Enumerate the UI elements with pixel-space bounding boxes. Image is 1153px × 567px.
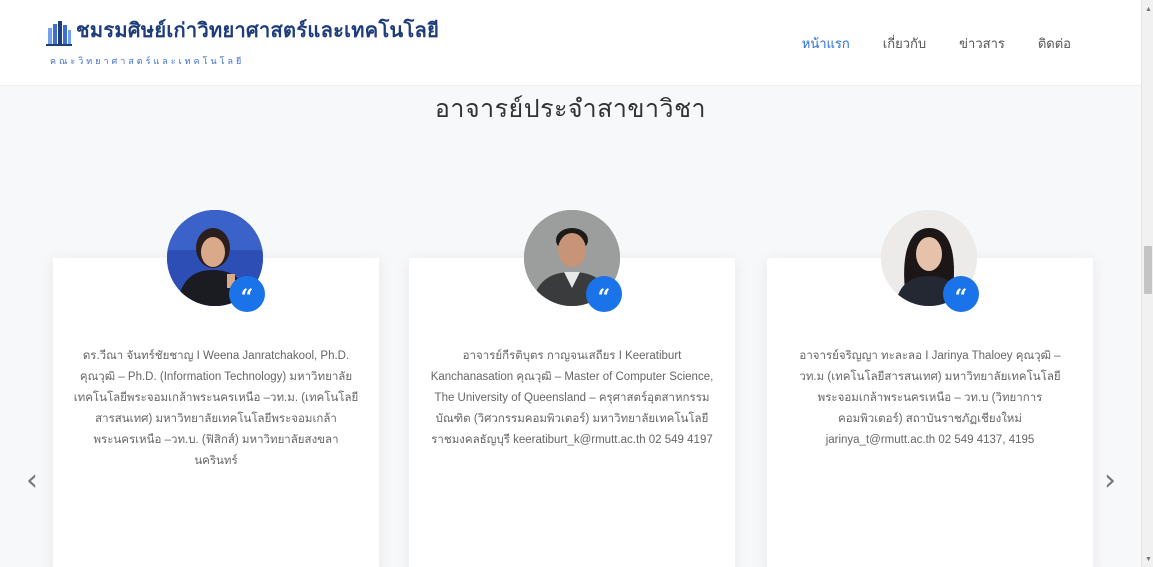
faculty-card-text: ดร.วีณา จันทร์ชัยชาญ I Weena Janratchako… (73, 350, 359, 467)
faculty-card-text: อาจารย์จริญญา ทะละลอ I Jarinya Thaloey ค… (799, 350, 1061, 446)
nav-item-about[interactable]: เกี่ยวกับ (883, 33, 926, 54)
nav-item-news[interactable]: ข่าวสาร (959, 33, 1005, 54)
carousel-next-arrow-icon[interactable]: › (1104, 466, 1116, 496)
page-scrollbar[interactable]: ▲ ▼ (1141, 0, 1153, 567)
site-logo[interactable]: ชมรมศิษย์เก่าวิทยาศาสตร์และเทคโนโลยี คณะ… (46, 18, 440, 66)
nav-item-home[interactable]: หน้าแรก (802, 33, 850, 54)
site-title: ชมรมศิษย์เก่าวิทยาศาสตร์และเทคโนโลยี (76, 20, 440, 42)
carousel-prev-arrow-icon[interactable]: ‹ (26, 466, 38, 496)
section-title: อาจารย์ประจำสาขาวิชา (434, 95, 707, 123)
quote-icon: “ (586, 276, 622, 312)
site-subtitle: คณะวิทยาศาสตร์และเทคโนโลยี (50, 56, 245, 66)
page: ชมรมศิษย์เก่าวิทยาศาสตร์และเทคโนโลยี คณะ… (0, 0, 1153, 567)
faculty-avatar-wrap: “ (881, 210, 979, 312)
scrollbar-thumb[interactable] (1144, 246, 1152, 294)
nav-item-contact[interactable]: ติดต่อ (1038, 33, 1071, 54)
faculty-avatar-wrap: “ (524, 210, 622, 312)
scroll-up-icon[interactable]: ▲ (1145, 6, 1152, 13)
scroll-down-icon[interactable]: ▼ (1145, 556, 1152, 563)
site-header: ชมรมศิษย์เก่าวิทยาศาสตร์และเทคโนโลยี คณะ… (0, 0, 1141, 86)
quote-icon: “ (943, 276, 979, 312)
faculty-card-text: อาจารย์กีรติบุตร กาญจนเสถียร I Keeratibu… (430, 350, 714, 446)
quote-icon: “ (229, 276, 265, 312)
building-logo-icon (46, 21, 72, 46)
main-nav: หน้าแรก เกี่ยวกับ ข่าวสาร ติดต่อ (769, 33, 1071, 54)
faculty-avatar-wrap: “ (167, 210, 265, 312)
